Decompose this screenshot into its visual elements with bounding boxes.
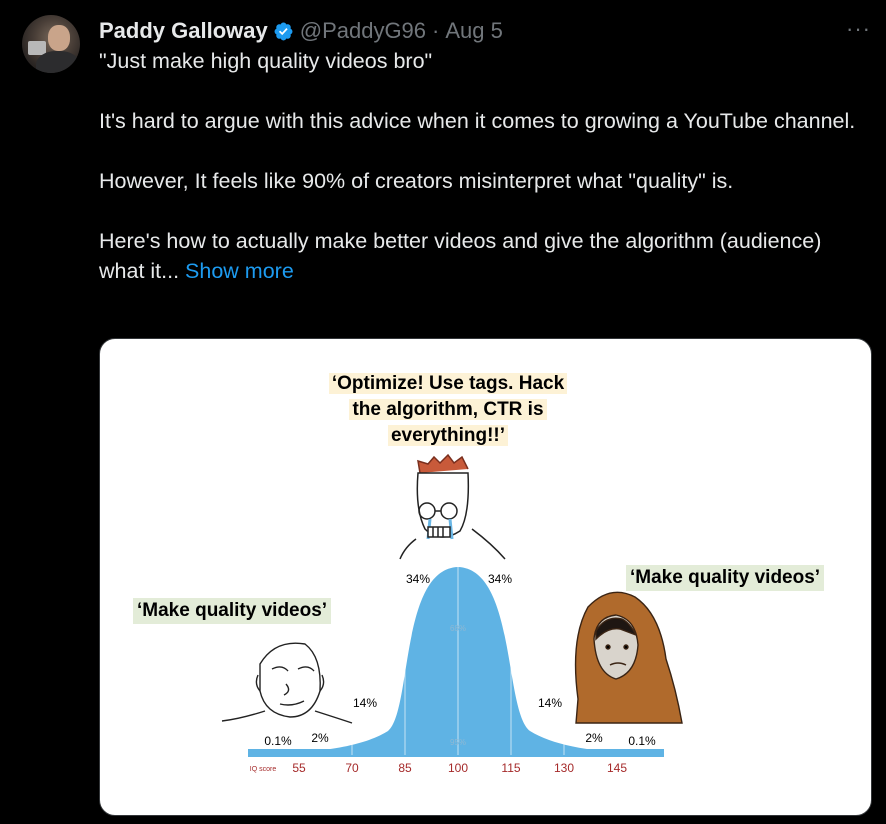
right-quote: ‘Make quality videos’ [626, 565, 825, 591]
avatar-face [48, 25, 70, 51]
hooded-character [574, 591, 683, 724]
pct-label: 14% [538, 696, 562, 710]
pct-label: 2% [585, 731, 603, 745]
verified-badge-icon [274, 22, 293, 40]
crying-nerd-character [399, 453, 506, 560]
pct-label: 0.1% [628, 734, 656, 748]
tweet-line: Here's how to actually make better video… [99, 226, 859, 286]
top-quote-line: ‘Optimize! Use tags. Hack [328, 373, 568, 394]
pct-label: 14% [353, 696, 377, 710]
iq-tick: 85 [398, 761, 412, 775]
iq-score-label: IQ score [250, 766, 277, 773]
tweet-date[interactable]: Aug 5 [445, 18, 503, 44]
pct-label: 0.1% [264, 734, 292, 748]
author-avatar[interactable] [22, 15, 80, 73]
iq-tick: 115 [501, 761, 520, 775]
pct-label: 2% [311, 731, 329, 745]
show-more-link[interactable]: Show more [185, 259, 294, 283]
iq-tick: 130 [554, 761, 574, 775]
pct-label: 34% [406, 572, 430, 586]
tweet-line: "Just make high quality videos bro" [99, 49, 433, 73]
pct-label: 34% [488, 572, 512, 586]
iq-tick: 70 [345, 761, 359, 775]
header-separator: · [432, 18, 440, 43]
inner-label-95: 95% [450, 738, 466, 747]
top-quote: ‘Optimize! Use tags. Hack the algorithm,… [308, 371, 588, 449]
tweet-image[interactable]: 68% 95% 0.1% 2% 14% 34% 34% 14% 2% 0.1% … [99, 338, 872, 816]
axis-bar [248, 749, 664, 757]
iq-tick: 100 [448, 761, 468, 775]
iq-tick: 145 [607, 761, 627, 775]
sd-lines [351, 567, 565, 755]
author-name[interactable]: Paddy Galloway [99, 18, 268, 44]
tweet-header: Paddy Galloway @PaddyG96 · Aug 5 [99, 17, 503, 45]
tweet-line: It's hard to argue with this advice when… [99, 109, 856, 133]
author-handle[interactable]: @PaddyG96 [300, 18, 426, 44]
tweet-line: However, It feels like 90% of creators m… [99, 169, 734, 193]
avatar-shirt [36, 51, 80, 73]
left-quote: ‘Make quality videos’ [133, 598, 332, 624]
iq-tick: 55 [292, 761, 306, 775]
top-quote-line: the algorithm, CTR is [349, 399, 547, 420]
inner-label-68: 68% [450, 624, 466, 633]
tweet-text: "Just make high quality videos bro" It's… [99, 46, 859, 286]
more-options-icon[interactable]: ··· [846, 18, 871, 40]
wojak-character [221, 642, 353, 724]
top-quote-line: everything!!’ [387, 425, 509, 446]
